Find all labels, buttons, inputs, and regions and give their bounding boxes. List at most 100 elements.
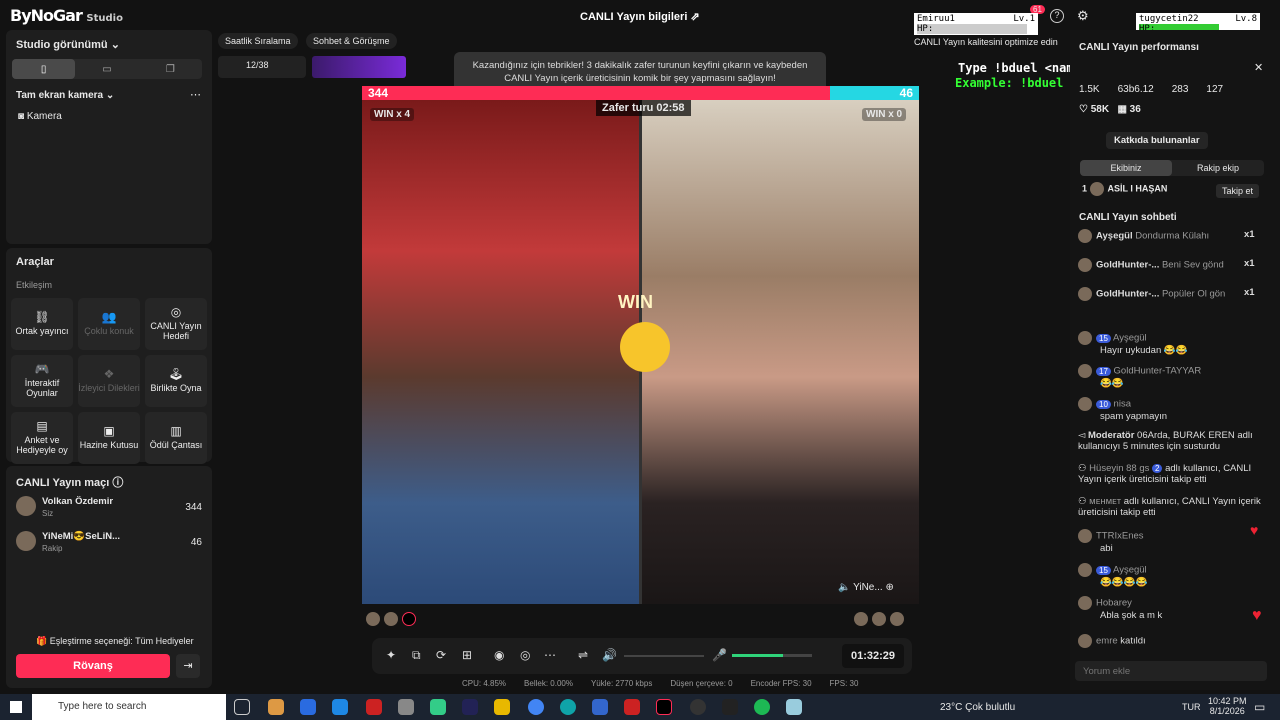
- more-icon[interactable]: ⋯: [544, 648, 556, 662]
- chat-message: 10 nisa spam yapmayın: [1078, 397, 1268, 422]
- clock[interactable]: 10:42 PM 8/1/2026: [1208, 696, 1247, 716]
- app-icon[interactable]: [494, 699, 510, 715]
- top-contributor: 1 ASİL I HAŞAN: [1082, 182, 1167, 196]
- add-source-icon[interactable]: ⊞: [462, 648, 472, 662]
- camera-icon: ◙: [18, 111, 25, 122]
- rematch-button[interactable]: Rövanş: [16, 654, 170, 678]
- promo-banner[interactable]: [312, 56, 406, 78]
- start-icon[interactable]: [10, 701, 22, 713]
- tab-chat-call[interactable]: Sohbet & Görüşme: [306, 33, 397, 49]
- tool-reward-bag[interactable]: ▥ Ödül Çantası: [145, 412, 207, 464]
- avatar: [366, 612, 380, 626]
- chrome-icon[interactable]: [528, 699, 544, 715]
- chat-message: ⚇ ᴍᴇʜᴍᴇᴛ adlı kullanıcı, CANLI Yayın içe…: [1078, 496, 1261, 518]
- camera-header[interactable]: Tam ekran kamera ⌄: [16, 90, 114, 101]
- gear-icon[interactable]: ⚙: [1077, 8, 1089, 24]
- app-logo: ByNoGar Studio: [10, 6, 123, 25]
- users-icon: 👥: [101, 310, 117, 324]
- app-icon[interactable]: [690, 699, 706, 715]
- close-icon[interactable]: ✕: [1254, 61, 1263, 74]
- taskbar-search[interactable]: Type here to search: [32, 694, 226, 720]
- chat-message: ◅ Moderatör 06Arda, BURAK EREN adlı kull…: [1078, 430, 1253, 452]
- portrait-icon[interactable]: ▯: [12, 59, 76, 79]
- avatar: [1078, 397, 1092, 411]
- comment-input[interactable]: [1075, 661, 1267, 681]
- orientation-toggle[interactable]: ▯ ▭ ❐: [12, 59, 202, 79]
- player-row-opponent[interactable]: YiNeMi😎SeLiN... Rakip 46: [16, 531, 202, 553]
- language[interactable]: TUR: [1182, 702, 1201, 712]
- app-icon[interactable]: [462, 699, 478, 715]
- tool-poll[interactable]: ▤ Anket ve Hediyeyle oy: [11, 412, 73, 464]
- quality-tip[interactable]: CANLI Yayın kalitesini optimize edin: [914, 37, 1058, 47]
- app-icon[interactable]: [366, 699, 382, 715]
- app-icon[interactable]: [398, 699, 414, 715]
- studio-view-dropdown[interactable]: Studio görünümü ⌄: [16, 38, 120, 51]
- tab-opponent-team[interactable]: Rakip ekip: [1172, 160, 1264, 176]
- tool-treasure-box[interactable]: ▣ Hazine Kutusu: [78, 412, 140, 464]
- avatar: [872, 612, 886, 626]
- app-icon[interactable]: [722, 699, 738, 715]
- info-icon[interactable]: ⓘ: [112, 477, 123, 489]
- volume-slider[interactable]: [624, 655, 704, 657]
- app-icon[interactable]: [430, 699, 446, 715]
- host-video: [362, 100, 639, 604]
- contributors-button[interactable]: Katkıda bulunanlar: [1106, 132, 1208, 149]
- tool-cohost[interactable]: ⛓ Ortak yayıncı: [11, 298, 73, 350]
- opponent-name-tag[interactable]: 🔈 YiNe... ⊕: [838, 582, 894, 593]
- left-gifters[interactable]: [366, 612, 426, 630]
- poll-icon: ▤: [36, 419, 48, 433]
- app-icon[interactable]: [268, 699, 284, 715]
- stream-info-title[interactable]: CANLI Yayın bilgileri ⇗: [580, 10, 700, 23]
- heart-icon: ♥: [1252, 607, 1262, 624]
- tab-hourly-ranking[interactable]: Saatlik Sıralama: [218, 33, 298, 49]
- match-header: CANLI Yayın maçı ⓘ: [16, 477, 124, 489]
- perf-stats: 1.5K 63b6.12 283 127: [1079, 84, 1224, 95]
- camera-source[interactable]: ◙ Kamera: [18, 111, 62, 122]
- live-settings-icon[interactable]: ◎: [520, 648, 530, 662]
- app-icon[interactable]: [332, 699, 348, 715]
- mic-icon[interactable]: 🎤: [712, 648, 727, 662]
- weather[interactable]: 23°C Çok bulutlu: [940, 702, 1015, 713]
- elapsed-time: 01:32:29: [842, 644, 904, 668]
- app-icon[interactable]: [592, 699, 608, 715]
- mic-slider[interactable]: [732, 654, 812, 657]
- task-view-icon[interactable]: [234, 699, 250, 715]
- tool-play-together[interactable]: 🕹 Birlikte Oyna: [145, 355, 207, 407]
- exit-icon[interactable]: ⇥: [176, 654, 200, 678]
- user-icon: ⚇: [1078, 496, 1087, 507]
- avatar: [1089, 182, 1104, 196]
- mixer-icon[interactable]: ⇌: [578, 648, 588, 662]
- landscape-icon[interactable]: ▭: [75, 59, 138, 79]
- screen-icon[interactable]: ⧉: [412, 648, 421, 663]
- gift-row: GoldHunter-... Beni Sev gönd x1: [1078, 258, 1255, 272]
- help-icon[interactable]: ?: [1050, 9, 1064, 23]
- tiktok-icon[interactable]: [656, 699, 672, 715]
- record-icon[interactable]: ◉: [494, 648, 504, 662]
- tab-your-team[interactable]: Ekibiniz: [1080, 160, 1172, 176]
- follow-button[interactable]: Takip et: [1216, 184, 1260, 198]
- notification-icon[interactable]: ▭: [1254, 700, 1265, 714]
- volume-icon[interactable]: 🔊: [602, 648, 617, 662]
- more-icon[interactable]: ⋯: [190, 88, 201, 101]
- app-icon[interactable]: [786, 699, 802, 715]
- tool-viewer-wishes: ❖ İzleyici Dilekleri: [78, 355, 140, 407]
- effects-icon[interactable]: ✦: [386, 648, 396, 662]
- layered-icon[interactable]: ❐: [139, 59, 202, 79]
- matching-option[interactable]: 🎁 Eşleştirme seçeneği: Tüm Hediyeler: [36, 636, 194, 647]
- avatar: [1078, 634, 1092, 648]
- avatar: [1078, 596, 1092, 610]
- joystick-icon: 🕹: [168, 367, 184, 381]
- emoji-icon: [620, 322, 670, 372]
- app-icon[interactable]: [300, 699, 316, 715]
- rotate-icon[interactable]: ⟳: [436, 648, 446, 662]
- right-gifters[interactable]: [854, 612, 914, 630]
- right-panel: [1070, 30, 1280, 690]
- tool-live-goal[interactable]: ◎ CANLI Yayın Hedefi: [145, 298, 207, 350]
- avatar: [16, 531, 36, 551]
- spotify-icon[interactable]: [754, 699, 770, 715]
- app-icon[interactable]: [624, 699, 640, 715]
- bag-icon: ▥: [170, 424, 182, 438]
- edge-icon[interactable]: [560, 699, 576, 715]
- tool-interactive-games[interactable]: 🎮 İnteraktif Oyunlar: [11, 355, 73, 407]
- player-row-self[interactable]: Volkan Özdemir Siz 344: [16, 496, 202, 518]
